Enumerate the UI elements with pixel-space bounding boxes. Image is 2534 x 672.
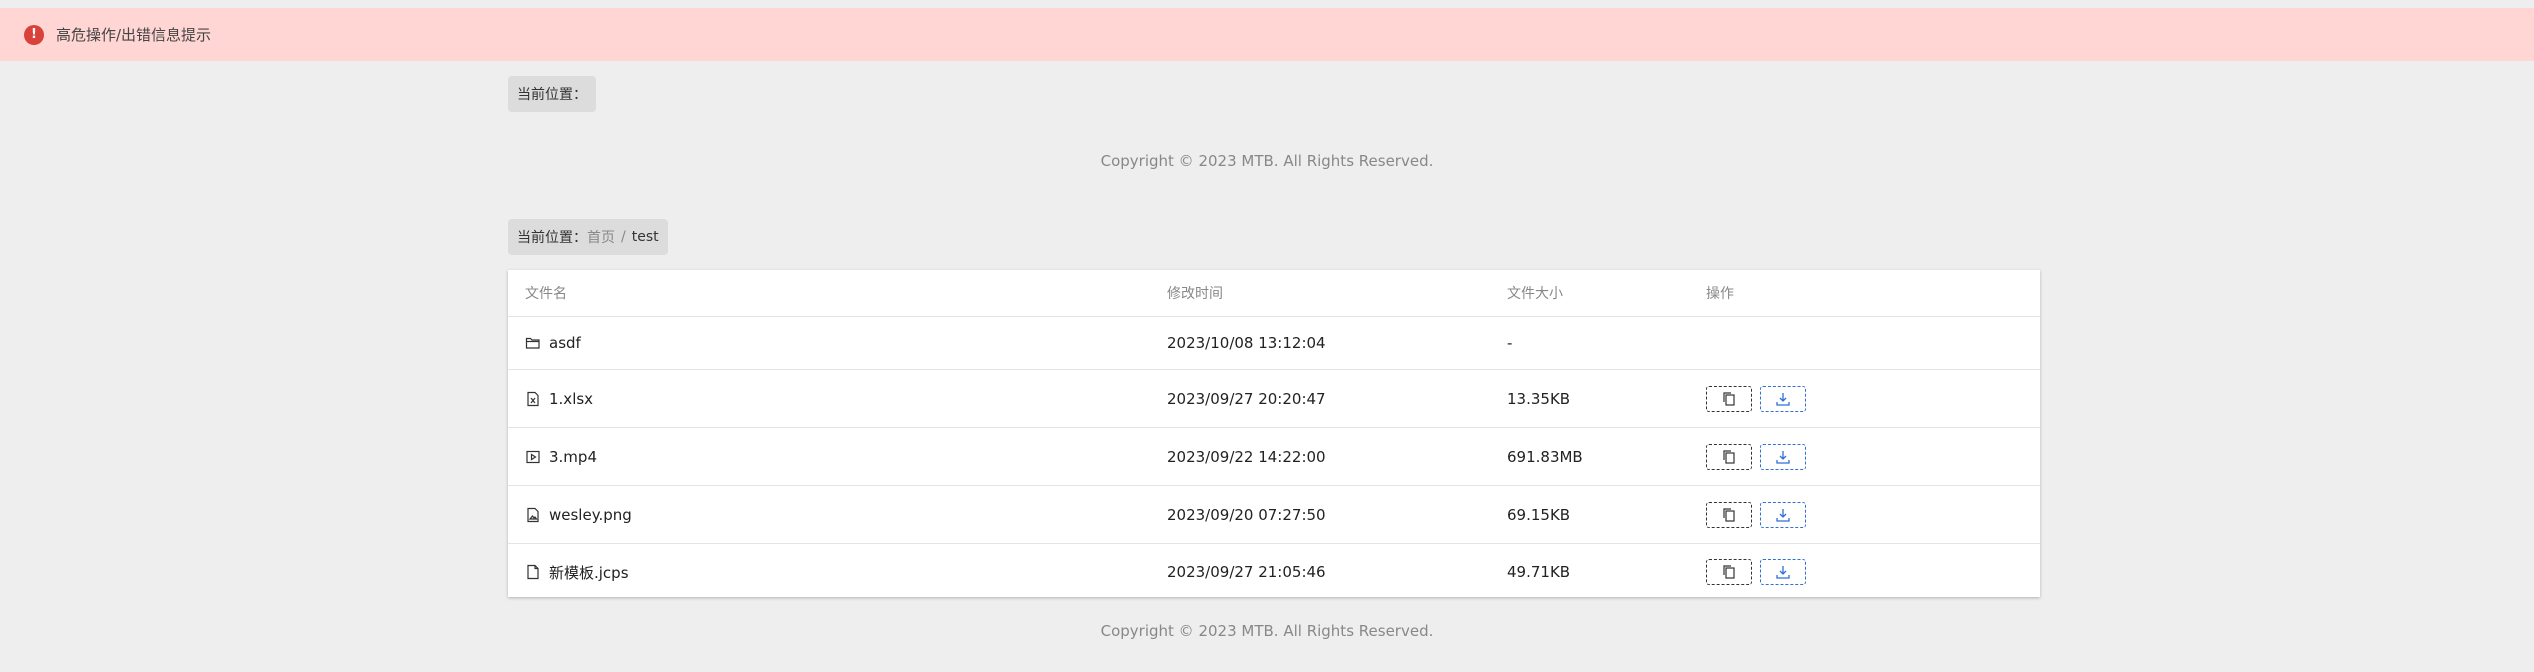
copy-icon <box>1723 507 1735 522</box>
alert-text: 高危操作/出错信息提示 <box>56 26 212 44</box>
download-icon <box>1776 450 1790 464</box>
file-actions <box>1706 443 1814 470</box>
breadcrumb-home-link[interactable]: 首页 <box>587 227 615 247</box>
header-name: 文件名 <box>525 286 567 302</box>
file-actions <box>1706 559 1814 585</box>
file-size: 49.71KB <box>1507 563 1571 581</box>
file-name[interactable]: wesley.png <box>549 506 632 524</box>
file-size: - <box>1507 334 1513 352</box>
header-ops: 操作 <box>1706 286 1734 302</box>
file-name[interactable]: 1.xlsx <box>549 390 593 408</box>
header-time: 修改时间 <box>1167 286 1223 302</box>
table-row: asdf 2023/10/08 13:12:04 - <box>508 317 2040 370</box>
file-image-icon <box>525 507 541 523</box>
copy-icon <box>1723 449 1735 464</box>
file-actions <box>1706 501 1814 528</box>
table-row: 3.mp4 2023/09/22 14:22:00 691.83MB <box>508 428 2040 486</box>
copy-button[interactable] <box>1706 385 1752 412</box>
breadcrumb: 当前位置： 首页 / test <box>508 219 668 255</box>
file-name-cell[interactable]: wesley.png <box>525 506 632 524</box>
file-time: 2023/09/20 07:27:50 <box>1167 505 1326 524</box>
download-button[interactable] <box>1760 559 1806 585</box>
copy-icon <box>1723 565 1735 579</box>
breadcrumb-separator: / <box>621 229 626 245</box>
table-row: 1.xlsx 2023/09/27 20:20:47 13.35KB <box>508 370 2040 428</box>
download-button[interactable] <box>1760 385 1806 412</box>
exclamation-icon: ! <box>24 24 44 45</box>
file-name[interactable]: 3.mp4 <box>549 448 597 466</box>
file-name-cell[interactable]: 1.xlsx <box>525 390 593 408</box>
table-row: 新模板.jcps 2023/09/27 21:05:46 49.71KB <box>508 544 2040 600</box>
copy-icon <box>1723 391 1735 406</box>
copy-button[interactable] <box>1706 501 1752 528</box>
file-video-icon <box>525 449 541 465</box>
breadcrumb-current: test <box>631 229 659 245</box>
file-actions <box>1706 385 1814 412</box>
file-name[interactable]: asdf <box>549 334 581 352</box>
download-icon <box>1776 508 1790 522</box>
file-name-cell[interactable]: 3.mp4 <box>525 448 597 466</box>
file-size: 13.35KB <box>1507 389 1571 408</box>
copy-button[interactable] <box>1706 443 1752 470</box>
copyright-top: Copyright © 2023 MTB. All Rights Reserve… <box>1100 152 1434 170</box>
header-size: 文件大小 <box>1507 286 1563 302</box>
file-name-cell[interactable]: asdf <box>525 334 581 352</box>
file-size: 69.15KB <box>1507 505 1571 524</box>
breadcrumb-label: 当前位置： <box>517 87 587 103</box>
file-excel-icon <box>525 391 541 407</box>
copy-button[interactable] <box>1706 559 1752 585</box>
file-size: 691.83MB <box>1507 447 1583 466</box>
file-time: 2023/09/22 14:22:00 <box>1167 447 1326 466</box>
download-button[interactable] <box>1760 501 1806 528</box>
table-row: wesley.png 2023/09/20 07:27:50 69.15KB <box>508 486 2040 544</box>
copyright-bottom: Copyright © 2023 MTB. All Rights Reserve… <box>1100 622 1434 640</box>
folder-icon <box>525 335 541 351</box>
file-name-cell[interactable]: 新模板.jcps <box>525 562 629 583</box>
breadcrumb-label: 当前位置： <box>517 230 587 246</box>
download-button[interactable] <box>1760 443 1806 470</box>
download-icon <box>1776 566 1790 579</box>
file-table: 文件名 修改时间 文件大小 操作 asdf 2023/10/08 13:12:0… <box>508 270 2040 597</box>
top-breadcrumb: 当前位置： <box>508 76 596 112</box>
file-icon <box>525 564 541 580</box>
file-time: 2023/09/27 21:05:46 <box>1167 563 1326 581</box>
table-header: 文件名 修改时间 文件大小 操作 <box>508 270 2040 317</box>
download-icon <box>1776 392 1790 406</box>
file-time: 2023/09/27 20:20:47 <box>1167 389 1326 408</box>
alert-banner: ! 高危操作/出错信息提示 <box>0 8 2534 61</box>
file-time: 2023/10/08 13:12:04 <box>1167 334 1326 352</box>
file-name[interactable]: 新模板.jcps <box>549 562 629 583</box>
